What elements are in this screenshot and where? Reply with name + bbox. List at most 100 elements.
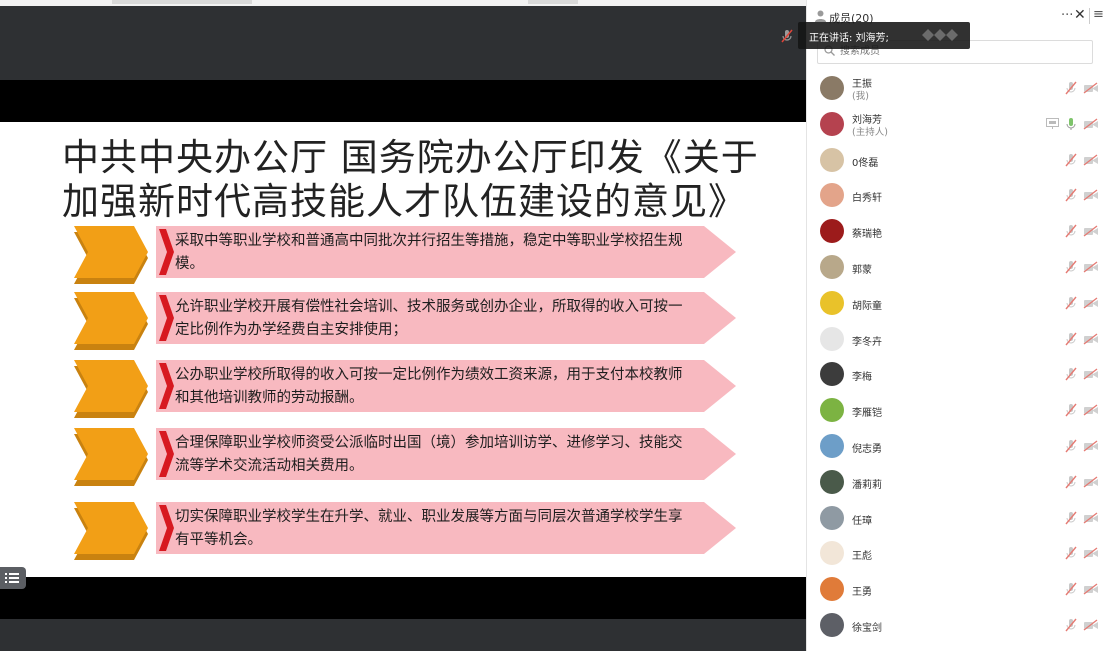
camera-off-icon[interactable] [1083, 368, 1099, 380]
camera-off-icon[interactable] [1083, 225, 1099, 237]
camera-off-icon[interactable] [1083, 297, 1099, 309]
member-icon [815, 10, 826, 22]
mic-muted-icon[interactable] [1064, 475, 1078, 489]
presentation-slide: 中共中央办公厅 国务院办公厅印发《关于 加强新时代高技能人才队伍建设的意见》 采… [0, 122, 806, 577]
avatar [820, 434, 844, 458]
avatar [820, 577, 844, 602]
camera-off-icon[interactable] [1083, 189, 1099, 201]
mic-muted-icon[interactable] [779, 28, 795, 44]
avatar [820, 326, 844, 351]
member-row[interactable]: 郭蒙 [807, 250, 1107, 286]
mic-muted-icon[interactable] [1064, 367, 1078, 381]
slide-item: 允许职业学校开展有偿性社会培训、技术服务或创办企业，所取得的收入可按一定比例作为… [68, 292, 738, 352]
member-name: 郭蒙 [852, 265, 872, 276]
member-row[interactable]: 0佟磊 [807, 143, 1107, 179]
speaking-indicator-text: 正在讲话: 刘海芳; [809, 33, 889, 44]
member-name: 潘莉莉 [852, 479, 882, 491]
slide-item-text: 公办职业学校所取得的收入可按一定比例作为绩效工资来源，用于支付本校教师和其他培训… [175, 367, 683, 406]
camera-off-icon[interactable] [1083, 512, 1099, 524]
member-row[interactable]: 倪志勇 [807, 429, 1107, 465]
slide-item-text: 合理保障职业学校师资受公派临时出国（境）参加培训访学、进修学习、技能交流等学术交… [175, 435, 683, 474]
mic-active-icon[interactable] [1064, 117, 1078, 131]
member-row[interactable]: 王勇 [807, 572, 1107, 608]
mic-muted-icon[interactable] [1064, 546, 1078, 560]
member-row[interactable]: 李冬卉 [807, 322, 1107, 358]
member-name: 王彪 [852, 551, 872, 563]
mic-muted-icon[interactable] [1064, 224, 1078, 238]
slide-item: 采取中等职业学校和普通高中同批次并行招生等措施，稳定中等职业学校招生规模。 [68, 226, 738, 286]
member-row[interactable]: 王彪 [807, 536, 1107, 572]
mic-muted-icon[interactable] [1064, 618, 1078, 632]
speaking-indicator-tooltip: 正在讲话: 刘海芳; [798, 22, 970, 49]
chevron-arrow-icon [74, 428, 148, 486]
camera-off-icon[interactable] [1083, 261, 1099, 273]
mic-muted-icon[interactable] [1064, 260, 1078, 274]
avatar [820, 290, 844, 315]
camera-off-icon[interactable] [1083, 476, 1099, 488]
member-row[interactable]: 李梅 [807, 357, 1107, 393]
member-name: 李梅 [852, 372, 872, 384]
slide-item: 公办职业学校所取得的收入可按一定比例作为绩效工资来源，用于支付本校教师和其他培训… [68, 360, 738, 420]
letterbox-bottom [0, 577, 806, 619]
member-row[interactable]: 任璋 [807, 501, 1107, 537]
avatar [820, 398, 844, 423]
member-row[interactable]: 李雁铠 [807, 393, 1107, 429]
slide-item-text: 切实保障职业学校学生在升学、就业、职业发展等方面与同层次普通学校学生享有平等机会… [175, 509, 683, 548]
mic-muted-icon[interactable] [1064, 296, 1078, 310]
member-row[interactable]: 王振 (我) [807, 71, 1107, 107]
camera-off-icon[interactable] [1083, 547, 1099, 559]
camera-off-icon[interactable] [1083, 333, 1099, 345]
mic-muted-icon[interactable] [1064, 332, 1078, 346]
camera-off-icon[interactable] [1083, 583, 1099, 595]
member-row[interactable]: 刘海芳 (主持人) [807, 107, 1107, 143]
mic-muted-icon[interactable] [1064, 403, 1078, 417]
panel-menu-button[interactable]: ≡ [1093, 7, 1104, 22]
member-name: 王勇 [852, 587, 872, 599]
avatar [820, 362, 844, 387]
avatar [820, 541, 844, 566]
avatar [820, 469, 844, 494]
member-name: 胡际童 [852, 300, 882, 312]
mic-muted-icon[interactable] [1064, 582, 1078, 596]
member-row[interactable]: 蔡瑞艳 [807, 214, 1107, 250]
member-name: 0佟磊 [852, 157, 879, 169]
member-name: 倪志勇 [852, 444, 882, 455]
member-row[interactable]: 白秀轩 [807, 178, 1107, 214]
avatar [820, 147, 844, 172]
list-toggle-button[interactable] [0, 567, 26, 589]
slide-title: 中共中央办公厅 国务院办公厅印发《关于 加强新时代高技能人才队伍建设的意见》 [62, 136, 759, 223]
chevron-arrow-icon [74, 360, 148, 418]
top-strip [0, 0, 806, 6]
member-row[interactable]: 徐宝剑 [807, 608, 1107, 644]
camera-off-icon[interactable] [1083, 404, 1099, 416]
more-options-button[interactable]: ··· [1061, 8, 1073, 23]
mic-muted-icon[interactable] [1064, 511, 1078, 525]
camera-off-icon[interactable] [1083, 154, 1099, 166]
slide-item: 切实保障职业学校学生在升学、就业、职业发展等方面与同层次普通学校学生享有平等机会… [68, 502, 738, 562]
member-name: 李冬卉 [852, 336, 882, 348]
avatar [820, 505, 844, 530]
camera-off-icon[interactable] [1083, 118, 1099, 130]
avatar [820, 613, 844, 637]
member-name: 任璋 [852, 515, 872, 527]
camera-off-icon[interactable] [1083, 440, 1099, 452]
mic-muted-icon[interactable] [1064, 439, 1078, 453]
member-name: 李雁铠 [852, 408, 882, 420]
avatar [820, 255, 844, 279]
mic-muted-icon[interactable] [1064, 81, 1078, 95]
slide-item: 合理保障职业学校师资受公派临时出国（境）参加培训访学、进修学习、技能交流等学术交… [68, 428, 738, 488]
camera-off-icon[interactable] [1083, 82, 1099, 94]
close-panel-button[interactable]: ✕ [1074, 7, 1086, 23]
screen-share-icon [1046, 117, 1059, 129]
mic-muted-icon[interactable] [1064, 153, 1078, 167]
chevron-arrow-icon [74, 502, 148, 560]
avatar [820, 219, 844, 244]
member-row[interactable]: 潘莉莉 [807, 465, 1107, 501]
camera-off-icon[interactable] [1083, 619, 1099, 631]
member-name: 白秀轩 [852, 193, 882, 205]
avatar [820, 111, 844, 136]
mic-muted-icon[interactable] [1064, 188, 1078, 202]
member-panel: 成员(20) ··· ✕ ≡ 王振(我)刘海芳(主持人)0佟磊白秀轩蔡瑞艳郭蒙胡… [806, 0, 1107, 651]
member-row[interactable]: 胡际童 [807, 286, 1107, 322]
member-name: 蔡瑞艳 [852, 229, 882, 241]
